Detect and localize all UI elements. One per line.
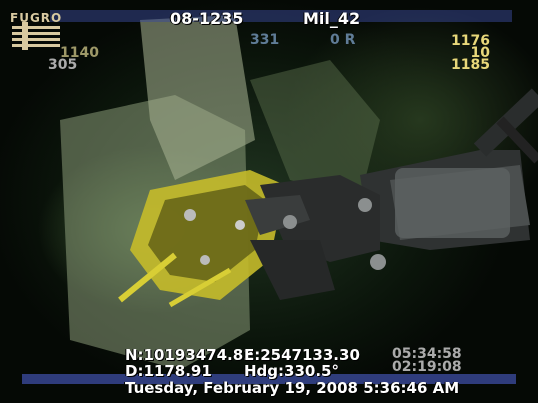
heading-value: Hdg:330.5° — [244, 362, 339, 380]
right-readout-bottom: 1185 — [451, 57, 490, 73]
left-readout-bottom: 305 — [48, 57, 78, 73]
site-id: Mil_42 — [303, 9, 361, 28]
rov-camera-frame: FUGRO 08-1235 Mil_42 331 0 R 1140 305 11… — [0, 0, 538, 403]
dive-id: 08-1235 — [170, 9, 244, 28]
fugro-logo: FUGRO — [8, 8, 64, 50]
clock-bottom: 02:19:08 — [392, 359, 462, 375]
timestamp: Tuesday, February 19, 2008 5:36:46 AM — [125, 379, 460, 397]
depth-readout: D:1178.91 — [125, 362, 212, 380]
svg-text:FUGRO: FUGRO — [10, 11, 62, 25]
top-status-band — [50, 10, 512, 22]
pitch-readout: 0 R — [330, 32, 356, 48]
heading-readout: 331 — [250, 32, 280, 48]
